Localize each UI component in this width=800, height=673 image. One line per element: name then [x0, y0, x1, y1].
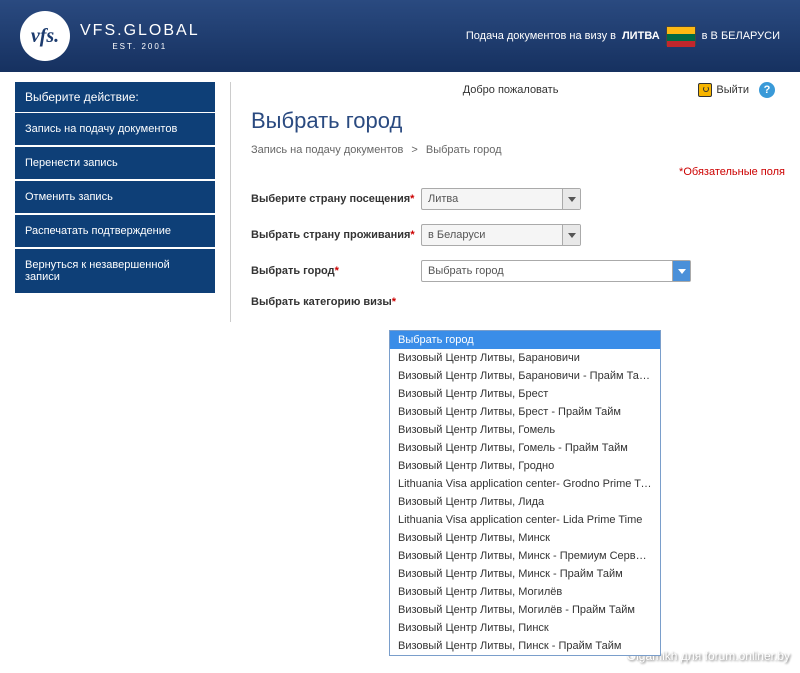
- city-option[interactable]: Lithuania Visa application center- Lida …: [390, 511, 660, 529]
- power-icon: [698, 83, 712, 97]
- logout-label: Выйти: [716, 84, 749, 96]
- brand-est: EST. 2001: [80, 42, 200, 51]
- sidebar: Выберите действие: Запись на подачу доку…: [15, 82, 215, 322]
- city-option[interactable]: Визовый Центр Литвы, Барановичи: [390, 349, 660, 367]
- breadcrumb-item[interactable]: Запись на подачу документов: [251, 144, 403, 156]
- city-option[interactable]: Визовый Центр Литвы, Минск - Прайм Тайм: [390, 565, 660, 583]
- city-option[interactable]: Визовый Центр Литвы, Могилёв - Прайм Тай…: [390, 601, 660, 619]
- city-option[interactable]: Lithuania Visa application center- Grodn…: [390, 475, 660, 493]
- context-prefix: Подача документов на визу в: [466, 30, 616, 42]
- sidebar-title: Выберите действие:: [15, 82, 215, 113]
- city-option[interactable]: Визовый Центр Литвы, Гомель: [390, 421, 660, 439]
- sidebar-item-resume[interactable]: Вернуться к незавершенной записи: [15, 249, 215, 295]
- city-option[interactable]: Визовый Центр Литвы, Лида: [390, 493, 660, 511]
- brand-block: VFS.GLOBAL EST. 2001: [80, 22, 200, 51]
- logo-abbrev: vfs.: [31, 25, 59, 48]
- breadcrumb: Запись на подачу документов > Выбрать го…: [251, 144, 785, 156]
- city-option[interactable]: Визовый Центр Литвы, Барановичи - Прайм …: [390, 367, 660, 385]
- city-dropdown-panel[interactable]: Выбрать городВизовый Центр Литвы, Барано…: [389, 330, 661, 656]
- city-option[interactable]: Визовый Центр Литвы, Пинск: [390, 619, 660, 637]
- app-header: vfs. VFS.GLOBAL EST. 2001 Подача докумен…: [0, 0, 800, 72]
- lithuania-flag-icon: [666, 26, 696, 46]
- mandatory-fields-note: Обязательные поля: [251, 166, 785, 178]
- page-title: Выбрать город: [251, 108, 785, 134]
- logo-icon: vfs.: [20, 11, 70, 61]
- main-content: Добро пожаловать Выйти ? Выбрать город З…: [230, 82, 785, 322]
- select-value: Литва: [428, 193, 458, 205]
- brand-name: VFS.GLOBAL: [80, 22, 200, 40]
- label-country-visit: Выберите страну посещения*: [251, 193, 421, 205]
- header-context: Подача документов на визу в ЛИТВА в В БЕ…: [466, 26, 780, 46]
- context-country: ЛИТВА: [622, 30, 660, 42]
- chevron-down-icon: [562, 189, 580, 209]
- select-value: Выбрать город: [428, 265, 504, 277]
- breadcrumb-item-current: Выбрать город: [426, 144, 502, 156]
- context-suffix: в В БЕЛАРУСИ: [702, 30, 780, 42]
- sidebar-item-schedule[interactable]: Запись на подачу документов: [15, 113, 215, 147]
- logout-link[interactable]: Выйти: [698, 83, 749, 97]
- breadcrumb-separator: >: [411, 144, 417, 156]
- topbar: Добро пожаловать Выйти ?: [251, 82, 785, 98]
- sidebar-item-reschedule[interactable]: Перенести запись: [15, 147, 215, 181]
- city-option[interactable]: Визовый Центр Литвы, Могилёв: [390, 583, 660, 601]
- label-country-reside: Выбрать страну проживания*: [251, 229, 421, 241]
- select-value: в Беларуси: [428, 229, 485, 241]
- city-option[interactable]: Визовый Центр Литвы, Брест - Прайм Тайм: [390, 403, 660, 421]
- select-city[interactable]: Выбрать город: [421, 260, 691, 282]
- welcome-text: Добро пожаловать: [463, 84, 559, 96]
- select-country-visit[interactable]: Литва: [421, 188, 581, 210]
- city-option[interactable]: Визовый Центр Литвы, Гомель - Прайм Тайм: [390, 439, 660, 457]
- select-country-reside[interactable]: в Беларуси: [421, 224, 581, 246]
- city-option[interactable]: Визовый Центр Литвы, Пинск - Прайм Тайм: [390, 637, 660, 655]
- city-option[interactable]: Визовый Центр Литвы, Брест: [390, 385, 660, 403]
- city-option[interactable]: Выбрать город: [390, 331, 660, 349]
- label-visa-category: Выбрать категорию визы*: [251, 296, 421, 308]
- sidebar-item-cancel[interactable]: Отменить запись: [15, 181, 215, 215]
- city-option[interactable]: Визовый Центр Литвы, Гродно: [390, 457, 660, 475]
- chevron-down-icon: [672, 261, 690, 281]
- label-city: Выбрать город*: [251, 265, 421, 277]
- sidebar-item-print[interactable]: Распечатать подтверждение: [15, 215, 215, 249]
- help-icon[interactable]: ?: [759, 82, 775, 98]
- city-option[interactable]: Визовый Центр Литвы, Минск: [390, 529, 660, 547]
- chevron-down-icon: [562, 225, 580, 245]
- city-option[interactable]: Визовый Центр Литвы, Минск - Премиум Сер…: [390, 547, 660, 565]
